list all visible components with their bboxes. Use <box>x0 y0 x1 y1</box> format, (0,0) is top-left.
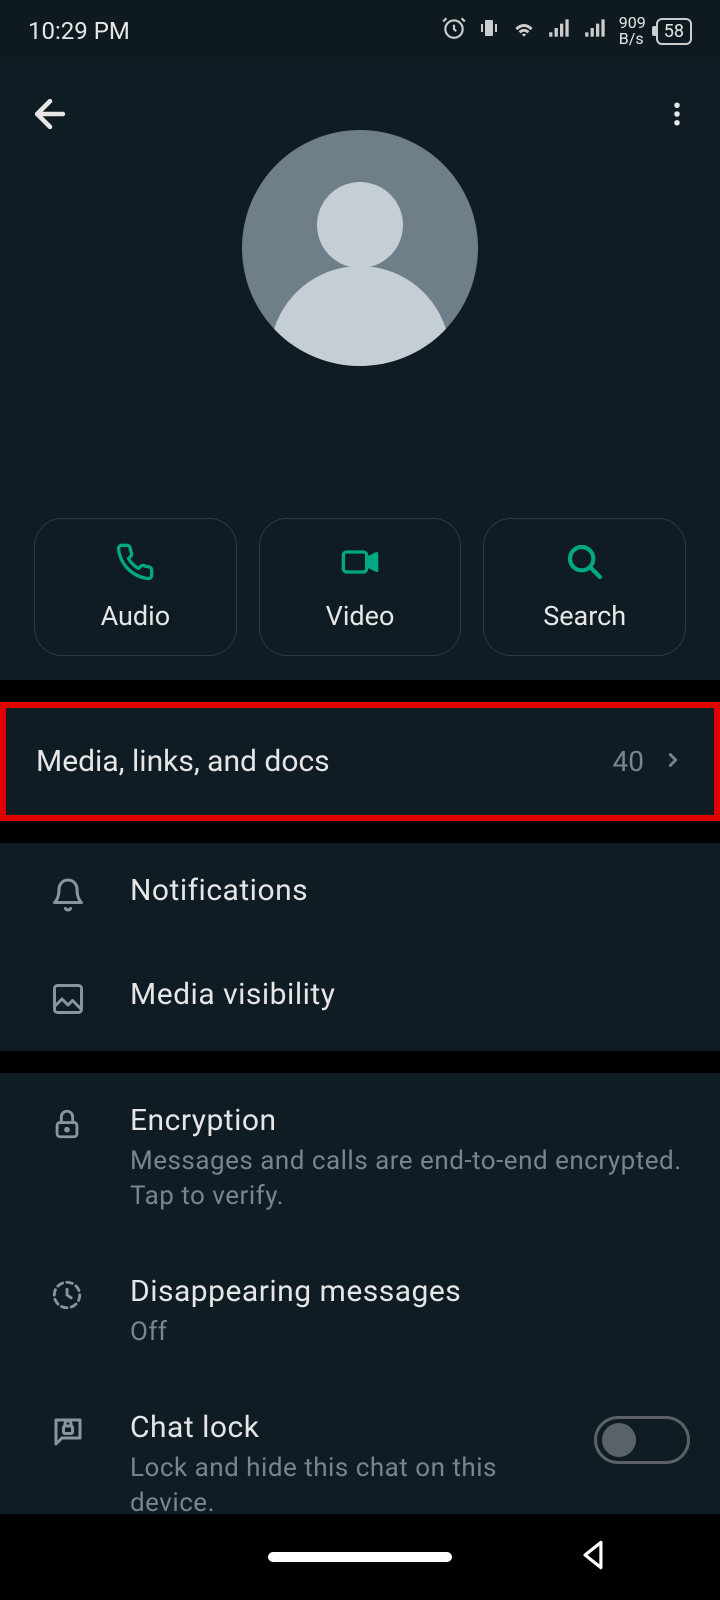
encryption-title: Encryption <box>130 1103 690 1138</box>
chat-lock-icon <box>50 1414 92 1454</box>
signal-icon <box>547 15 573 47</box>
chat-lock-subtitle: Lock and hide this chat on this device. <box>130 1451 556 1521</box>
media-count: 40 <box>613 745 644 778</box>
encryption-subtitle: Messages and calls are end-to-end encryp… <box>130 1144 690 1214</box>
data-rate: 909 B/s <box>619 15 646 47</box>
search-button[interactable]: Search <box>483 518 686 656</box>
notifications-title: Notifications <box>130 873 690 908</box>
notifications-row[interactable]: Notifications <box>0 843 720 947</box>
media-visibility-row[interactable]: Media visibility <box>0 947 720 1051</box>
media-visibility-title: Media visibility <box>130 977 690 1012</box>
video-label: Video <box>326 600 395 632</box>
back-button[interactable] <box>28 92 72 140</box>
search-icon <box>565 542 605 586</box>
system-navbar <box>0 1514 720 1600</box>
bell-icon <box>50 877 92 917</box>
disappearing-title: Disappearing messages <box>130 1274 690 1309</box>
profile-section <box>0 140 720 518</box>
media-title: Media, links, and docs <box>36 744 330 779</box>
status-indicators: 909 B/s 58 <box>441 15 692 47</box>
chat-lock-title: Chat lock <box>130 1410 556 1445</box>
disappearing-messages-row[interactable]: Disappearing messages Off <box>0 1244 720 1380</box>
search-label: Search <box>543 600 626 632</box>
battery-icon: 58 <box>656 18 692 45</box>
image-icon <box>50 981 92 1021</box>
encryption-row[interactable]: Encryption Messages and calls are end-to… <box>0 1073 720 1244</box>
media-links-docs-row[interactable]: Media, links, and docs 40 <box>6 708 714 815</box>
action-row: Audio Video Search <box>0 518 720 680</box>
chevron-right-icon <box>662 745 684 778</box>
audio-call-button[interactable]: Audio <box>34 518 237 656</box>
status-time: 10:29 PM <box>28 17 130 45</box>
vibrate-icon <box>477 16 501 46</box>
more-menu-icon[interactable] <box>662 92 692 140</box>
video-icon <box>338 542 382 586</box>
home-indicator[interactable] <box>268 1552 452 1562</box>
signal-icon-2 <box>583 15 609 47</box>
disappearing-subtitle: Off <box>130 1315 690 1350</box>
video-call-button[interactable]: Video <box>259 518 462 656</box>
nav-back-icon[interactable] <box>574 1536 612 1578</box>
status-bar: 10:29 PM 909 B/s 58 <box>0 0 720 62</box>
wifi-icon <box>511 15 537 47</box>
timer-icon <box>50 1278 92 1316</box>
avatar[interactable] <box>242 130 478 366</box>
audio-label: Audio <box>101 600 171 632</box>
phone-icon <box>115 542 155 586</box>
media-links-docs-highlight: Media, links, and docs 40 <box>0 702 720 821</box>
alarm-icon <box>441 15 467 47</box>
chat-lock-toggle[interactable] <box>594 1416 690 1464</box>
lock-icon <box>50 1107 92 1145</box>
